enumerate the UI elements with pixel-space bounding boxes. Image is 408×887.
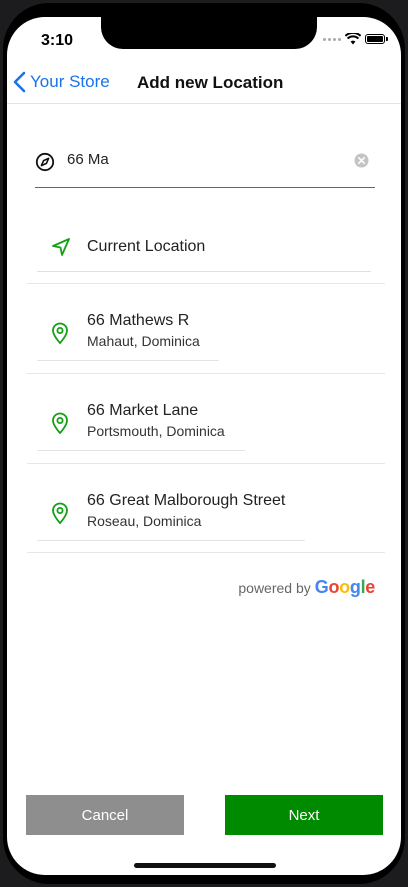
search-input[interactable] [67,151,327,168]
result-subtitle: Roseau, Dominica [87,513,202,529]
powered-by-label: powered by [238,580,311,596]
chevron-left-icon [13,71,26,93]
next-button[interactable]: Next [225,795,383,835]
notch [101,17,317,49]
google-logo-letter: o [339,577,350,597]
wifi-icon [345,33,361,45]
battery-icon [365,34,388,44]
google-logo-letter: G [314,577,329,597]
screen: 3:10 Your Store Add new Location 66 Ma C… [7,17,401,875]
powered-by-google: powered by Google [238,577,375,598]
device-frame: 3:10 Your Store Add new Location 66 Ma C… [3,3,405,884]
cellular-signal-icon [323,37,341,41]
divider [27,283,385,284]
status-icons [323,33,388,45]
google-logo: Google [314,577,376,598]
status-time: 3:10 [41,32,74,49]
map-pin-icon [52,502,68,524]
google-logo-letter: e [365,577,375,597]
back-button[interactable]: Your Store [13,71,110,93]
page-title: Add new Location [137,73,284,92]
divider [27,373,385,374]
divider [37,360,219,361]
result-subtitle: Portsmouth, Dominica [87,423,225,439]
compass-icon [35,152,55,172]
current-location-button[interactable]: Current Location [37,235,371,272]
map-pin-icon [52,412,68,434]
divider [27,463,385,464]
result-title: 66 Market Lane [87,402,199,419]
back-button-label: Your Store [30,72,110,91]
clear-icon[interactable] [354,153,369,168]
result-title: 66 Great Malborough Street [87,492,286,509]
navigation-bar: Your Store Add new Location [7,65,401,104]
divider [27,552,385,553]
google-logo-letter: g [349,577,361,597]
divider [37,450,245,451]
divider [37,540,305,541]
result-subtitle: Mahaut, Dominica [87,333,200,349]
map-pin-icon [52,322,68,344]
google-logo-letter: o [328,577,340,597]
result-title: 66 Mathews R [87,312,190,329]
navigation-arrow-icon [52,238,70,256]
home-indicator [134,863,276,868]
search-bar [35,149,375,188]
current-location-label: Current Location [87,238,206,255]
cancel-button[interactable]: Cancel [26,795,184,835]
